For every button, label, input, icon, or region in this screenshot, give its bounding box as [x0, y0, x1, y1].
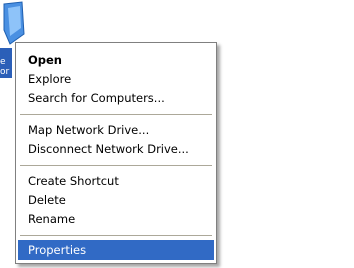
menu-item-properties[interactable]: Properties: [18, 240, 214, 260]
menu-item-create-shortcut[interactable]: Create Shortcut: [18, 171, 214, 191]
menu-item-rename[interactable]: Rename: [18, 209, 214, 229]
menu-item-explore[interactable]: Explore: [18, 69, 214, 89]
menu-item-open[interactable]: Open: [18, 50, 214, 70]
menu-item-search-for-computers[interactable]: Search for Computers...: [18, 88, 214, 108]
menu-item-map-network-drive[interactable]: Map Network Drive...: [18, 120, 214, 140]
menu-item-delete[interactable]: Delete: [18, 190, 214, 210]
desktop-icon-label: e or: [0, 48, 12, 78]
context-menu: Open Explore Search for Computers... Map…: [15, 42, 217, 264]
desktop-icon-label-line-2: or: [0, 67, 10, 77]
menu-separator: [20, 235, 212, 236]
menu-separator: [20, 114, 212, 115]
menu-separator: [20, 165, 212, 166]
menu-item-disconnect-network-drive[interactable]: Disconnect Network Drive...: [18, 139, 214, 159]
